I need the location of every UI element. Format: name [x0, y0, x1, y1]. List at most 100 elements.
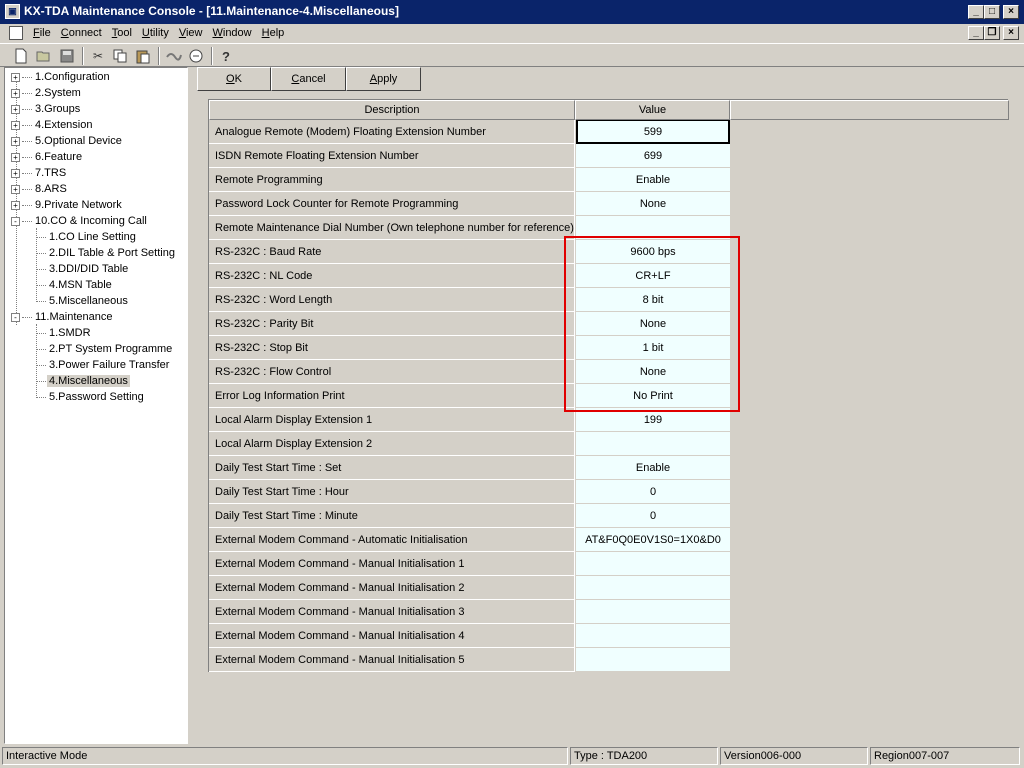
tree-item-smdr[interactable]: 1.SMDR	[36, 325, 93, 341]
table-row[interactable]: ISDN Remote Floating Extension Number 699	[209, 144, 730, 168]
document-icon[interactable]	[9, 26, 23, 40]
tree-item-optional-device[interactable]: +5.Optional Device	[11, 133, 124, 149]
expand-icon[interactable]: +	[11, 104, 20, 114]
expand-icon[interactable]: +	[11, 152, 20, 162]
row-value[interactable]: Enable	[576, 456, 730, 480]
table-row[interactable]: Password Lock Counter for Remote Program…	[209, 192, 730, 216]
menu-help[interactable]: Help	[258, 27, 291, 39]
mdi-close-button[interactable]: ×	[1003, 26, 1019, 40]
table-row[interactable]: Daily Test Start Time : Set Enable	[209, 456, 730, 480]
pane-splitter[interactable]	[189, 67, 196, 744]
disconnect-icon[interactable]	[186, 47, 206, 65]
row-value[interactable]	[576, 216, 730, 240]
row-value[interactable]	[576, 624, 730, 648]
table-row[interactable]: RS-232C : Parity Bit None	[209, 312, 730, 336]
table-row[interactable]: External Modem Command - Manual Initiali…	[209, 624, 730, 648]
row-value[interactable]: None	[576, 312, 730, 336]
tree-item-maintenance[interactable]: - 11.Maintenance	[11, 309, 114, 325]
table-row[interactable]: Error Log Information Print No Print	[209, 384, 730, 408]
table-row[interactable]: RS-232C : Word Length 8 bit	[209, 288, 730, 312]
row-value[interactable]	[576, 648, 730, 672]
expand-icon[interactable]: +	[11, 168, 20, 178]
tree-item-configuration[interactable]: +1.Configuration	[11, 69, 112, 85]
table-row[interactable]: Daily Test Start Time : Hour 0	[209, 480, 730, 504]
table-row[interactable]: RS-232C : NL Code CR+LF	[209, 264, 730, 288]
save-icon[interactable]	[57, 47, 77, 65]
row-value[interactable]	[576, 432, 730, 456]
table-row[interactable]: External Modem Command - Manual Initiali…	[209, 552, 730, 576]
row-value[interactable]: None	[576, 360, 730, 384]
table-row[interactable]: External Modem Command - Manual Initiali…	[209, 576, 730, 600]
navigation-tree[interactable]: +1.Configuration +2.System +3.Groups +4.…	[4, 67, 188, 744]
table-row[interactable]: Remote Programming Enable	[209, 168, 730, 192]
tree-item-password-setting[interactable]: 5.Password Setting	[36, 389, 146, 405]
row-value[interactable]: AT&F0Q0E0V1S0=1X0&D0	[576, 528, 730, 552]
row-value[interactable]: No Print	[576, 384, 730, 408]
maximize-button[interactable]: □	[984, 5, 1000, 19]
table-row[interactable]: Remote Maintenance Dial Number (Own tele…	[209, 216, 730, 240]
tree-item-private-network[interactable]: +9.Private Network	[11, 197, 124, 213]
mdi-restore-button[interactable]: ❐	[984, 26, 1000, 40]
row-value[interactable]: Enable	[576, 168, 730, 192]
title-bar[interactable]: ▣ KX-TDA Maintenance Console - [11.Maint…	[0, 0, 1024, 24]
ok-button[interactable]: OK	[197, 67, 271, 91]
column-header-description[interactable]: Description	[209, 100, 575, 120]
apply-button[interactable]: Apply	[346, 67, 421, 91]
expand-icon[interactable]: +	[11, 136, 20, 146]
tree-item-dil-table[interactable]: 2.DIL Table & Port Setting	[36, 245, 177, 261]
table-row[interactable]: Local Alarm Display Extension 2	[209, 432, 730, 456]
tree-item-co-miscellaneous[interactable]: 5.Miscellaneous	[36, 293, 130, 309]
table-row[interactable]: Analogue Remote (Modem) Floating Extensi…	[209, 120, 730, 144]
menu-file[interactable]: File	[29, 27, 57, 39]
tree-item-power-failure-transfer[interactable]: 3.Power Failure Transfer	[36, 357, 171, 373]
row-value[interactable]: 8 bit	[576, 288, 730, 312]
new-icon[interactable]	[11, 47, 31, 65]
tree-item-ddi-did-table[interactable]: 3.DDI/DID Table	[36, 261, 130, 277]
row-value[interactable]	[576, 552, 730, 576]
expand-icon[interactable]: +	[11, 120, 20, 130]
table-row[interactable]: External Modem Command - Manual Initiali…	[209, 600, 730, 624]
tree-item-miscellaneous-selected[interactable]: 4.Miscellaneous	[36, 373, 130, 389]
expand-icon[interactable]: +	[11, 200, 20, 210]
help-icon[interactable]: ?	[216, 47, 236, 65]
expand-icon[interactable]: +	[11, 88, 20, 98]
tree-item-co-incoming-call[interactable]: - 10.CO & Incoming Call	[11, 213, 149, 229]
tree-item-trs[interactable]: +7.TRS	[11, 165, 68, 181]
row-value[interactable]	[576, 600, 730, 624]
table-row[interactable]: External Modem Command - Automatic Initi…	[209, 528, 730, 552]
tree-item-groups[interactable]: +3.Groups	[11, 101, 82, 117]
open-icon[interactable]	[34, 47, 54, 65]
tree-item-feature[interactable]: +6.Feature	[11, 149, 84, 165]
close-button[interactable]: ×	[1003, 5, 1019, 19]
menu-connect[interactable]: Connect	[57, 27, 108, 39]
cut-icon[interactable]: ✂	[88, 47, 108, 65]
row-value[interactable]: 0	[576, 504, 730, 528]
app-icon[interactable]: ▣	[5, 4, 20, 19]
table-row[interactable]: RS-232C : Flow Control None	[209, 360, 730, 384]
tree-item-extension[interactable]: +4.Extension	[11, 117, 94, 133]
expand-icon[interactable]: +	[11, 72, 20, 82]
tree-item-co-line-setting[interactable]: 1.CO Line Setting	[36, 229, 138, 245]
row-value[interactable]: 599	[576, 120, 730, 144]
collapse-icon[interactable]: -	[11, 312, 20, 322]
tree-item-msn-table[interactable]: 4.MSN Table	[36, 277, 114, 293]
paste-icon[interactable]	[133, 47, 153, 65]
copy-icon[interactable]	[110, 47, 130, 65]
table-row[interactable]: External Modem Command - Manual Initiali…	[209, 648, 730, 672]
cancel-button[interactable]: Cancel	[271, 67, 346, 91]
row-value[interactable]: 699	[576, 144, 730, 168]
table-row[interactable]: RS-232C : Stop Bit 1 bit	[209, 336, 730, 360]
minimize-button[interactable]: _	[968, 5, 984, 19]
mdi-minimize-button[interactable]: _	[968, 26, 984, 40]
column-header-value[interactable]: Value	[575, 100, 730, 120]
connect-icon[interactable]	[164, 47, 184, 65]
row-value[interactable]: 199	[576, 408, 730, 432]
row-value[interactable]: 9600 bps	[576, 240, 730, 264]
menu-view[interactable]: View	[175, 27, 209, 39]
row-value[interactable]: None	[576, 192, 730, 216]
row-value[interactable]: 1 bit	[576, 336, 730, 360]
collapse-icon[interactable]: -	[11, 216, 20, 226]
table-row[interactable]: RS-232C : Baud Rate 9600 bps	[209, 240, 730, 264]
table-row[interactable]: Daily Test Start Time : Minute 0	[209, 504, 730, 528]
menu-tool[interactable]: Tool	[108, 27, 138, 39]
